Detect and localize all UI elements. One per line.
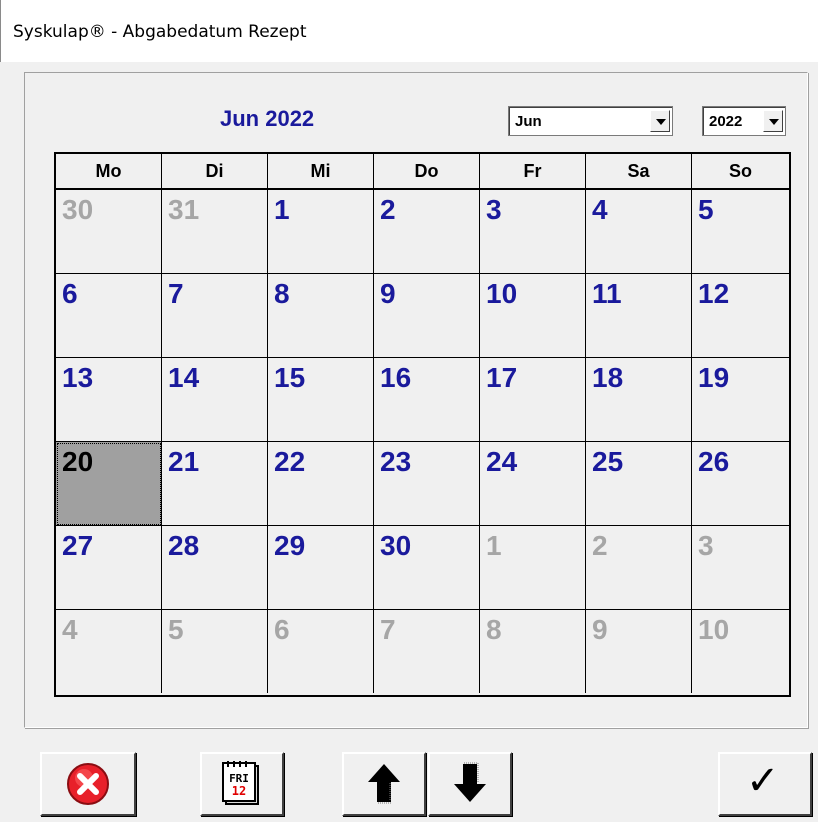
day-cell[interactable]: 27: [56, 526, 162, 610]
day-cell[interactable]: 28: [162, 526, 268, 610]
today-icon-date: 12: [232, 784, 246, 798]
day-cell[interactable]: 20: [56, 442, 162, 526]
day-cell[interactable]: 1: [268, 190, 374, 274]
day-cell[interactable]: 6: [268, 610, 374, 693]
day-cell[interactable]: 4: [56, 610, 162, 693]
day-cell[interactable]: 2: [586, 526, 692, 610]
day-cell[interactable]: 13: [56, 358, 162, 442]
weekday-sa: Sa: [586, 154, 692, 188]
day-cell[interactable]: 30: [56, 190, 162, 274]
year-select-value: 2022: [709, 113, 743, 130]
day-cell[interactable]: 24: [480, 442, 586, 526]
today-button[interactable]: FRI 12: [200, 752, 284, 816]
day-cell[interactable]: 7: [162, 274, 268, 358]
day-cell[interactable]: 26: [692, 442, 789, 526]
weekday-di: Di: [162, 154, 268, 188]
ok-button[interactable]: ✓: [718, 752, 812, 816]
day-cell[interactable]: 9: [374, 274, 480, 358]
checkmark-icon: ✓: [746, 758, 780, 804]
day-cell[interactable]: 21: [162, 442, 268, 526]
day-cell[interactable]: 12: [692, 274, 789, 358]
title-bar: Syskulap® - Abgabedatum Rezept: [0, 0, 818, 62]
weekday-so: So: [728, 161, 752, 181]
day-cell[interactable]: 11: [586, 274, 692, 358]
cancel-button[interactable]: [40, 752, 136, 816]
chevron-down-icon[interactable]: [650, 110, 670, 132]
month-select[interactable]: Jun: [508, 106, 673, 136]
day-cell[interactable]: 5: [692, 190, 789, 274]
weekday-do: Do: [374, 154, 480, 188]
weekday-header: Mo Di Mi Do Fr Sa So: [56, 154, 789, 190]
day-cell[interactable]: 22: [268, 442, 374, 526]
arrow-up-icon: [368, 764, 400, 804]
day-cell[interactable]: 5: [162, 610, 268, 693]
calendar-grid: Mo Di Mi Do Fr Sa So 30 31 1 2 3 4 5 6 7 8 9 10 11 12 13 14 15…: [54, 152, 791, 697]
chevron-down-icon[interactable]: [763, 110, 783, 132]
day-cell[interactable]: 30: [374, 526, 480, 610]
day-cell[interactable]: 8: [480, 610, 586, 693]
day-cell[interactable]: 7: [374, 610, 480, 693]
day-cell[interactable]: 25: [586, 442, 692, 526]
month-select-value: Jun: [515, 113, 542, 130]
weekday-fr: Fr: [480, 154, 586, 188]
day-cell[interactable]: 23: [374, 442, 480, 526]
day-cell[interactable]: 18: [586, 358, 692, 442]
month-title: Jun 2022: [220, 106, 315, 131]
day-cell[interactable]: 16: [374, 358, 480, 442]
arrow-down-icon: [454, 762, 486, 802]
today-calendar-icon: FRI 12: [222, 761, 259, 805]
day-cell[interactable]: 3: [480, 190, 586, 274]
year-select[interactable]: 2022: [702, 106, 786, 136]
weekday-mi: Mi: [268, 154, 374, 188]
window-title: Syskulap® - Abgabedatum Rezept: [13, 22, 307, 42]
day-cell[interactable]: 2: [374, 190, 480, 274]
day-cell[interactable]: 19: [692, 358, 789, 442]
day-cell[interactable]: 4: [586, 190, 692, 274]
day-cell[interactable]: 14: [162, 358, 268, 442]
day-cell[interactable]: 10: [692, 610, 789, 693]
day-cell[interactable]: 15: [268, 358, 374, 442]
weekday-mo: Mo: [56, 154, 162, 188]
previous-button[interactable]: [342, 752, 426, 816]
day-cell[interactable]: 9: [586, 610, 692, 693]
cancel-icon: [67, 763, 109, 805]
day-cell[interactable]: 17: [480, 358, 586, 442]
day-cell[interactable]: 29: [268, 526, 374, 610]
day-cell[interactable]: 1: [480, 526, 586, 610]
day-cell[interactable]: 3: [692, 526, 789, 610]
day-cell[interactable]: 6: [56, 274, 162, 358]
next-button[interactable]: [428, 752, 512, 816]
day-cell[interactable]: 8: [268, 274, 374, 358]
day-cell[interactable]: 31: [162, 190, 268, 274]
day-cell[interactable]: 10: [480, 274, 586, 358]
